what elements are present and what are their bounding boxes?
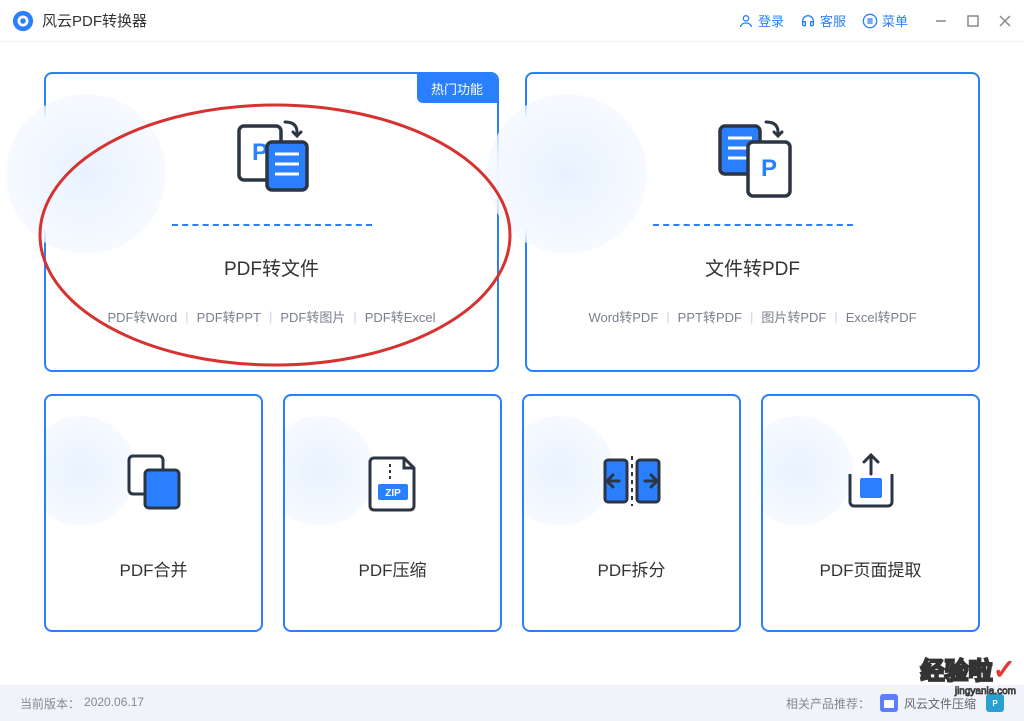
card-subs: Word转PDF | PPT转PDF | 图片转PDF | Excel转PDF [588,307,916,326]
card-pdf-merge[interactable]: PDF合并 [44,394,263,632]
svg-text:P: P [992,699,998,708]
sub-item: PDF转PPT [197,307,261,326]
card-bg-glow [487,94,647,254]
support-button[interactable]: 客服 [800,11,846,30]
card-pdf-extract[interactable]: PDF页面提取 [761,394,980,632]
card-divider [172,224,372,226]
titlebar-right: 登录 客服 菜单 [738,11,1014,30]
app-logo-icon [12,10,34,32]
version-value: 2020.06.17 [84,695,144,712]
sub-separator: | [750,309,753,324]
sub-item: Excel转PDF [846,307,917,326]
footer-version: 当前版本： 2020.06.17 [20,695,144,712]
card-title: PDF拆分 [598,556,666,581]
sub-item: 图片转PDF [761,307,826,326]
sub-item: PPT转PDF [678,307,742,326]
sub-separator: | [185,309,188,324]
menu-icon [862,13,878,29]
file-to-pdf-icon: P [708,114,798,204]
sub-separator: | [269,309,272,324]
sub-separator: | [666,309,669,324]
watermark: 经验啦✓ jingyanla.com [921,651,1016,697]
card-pdf-to-file[interactable]: 热门功能 P PDF转文件 PDF转Word | PDF转PPT | [44,72,499,372]
login-label: 登录 [758,11,784,30]
card-title: PDF转文件 [224,254,319,281]
titlebar-left: 风云PDF转换器 [12,10,147,32]
pdf-to-file-icon: P [227,114,317,204]
sub-item: PDF转Word [107,307,177,326]
app-title: 风云PDF转换器 [42,10,147,31]
sub-separator: | [353,309,356,324]
sub-item: PDF转Excel [365,307,436,326]
menu-label: 菜单 [882,11,908,30]
svg-text:P: P [760,155,776,182]
archive-icon [880,694,898,712]
row-top: 热门功能 P PDF转文件 PDF转Word | PDF转PPT | [44,72,980,372]
svg-text:ZIP: ZIP [385,488,401,499]
version-label: 当前版本： [20,695,80,712]
window-controls [932,12,1014,30]
card-title: PDF合并 [120,556,188,581]
support-label: 客服 [820,11,846,30]
maximize-button[interactable] [964,12,982,30]
watermark-url: jingyanla.com [921,686,1016,697]
compress-icon: ZIP [358,446,428,516]
menu-button[interactable]: 菜单 [862,11,908,30]
watermark-text: 经验啦✓ [921,651,1016,686]
card-bg-glow [6,94,166,254]
product-name: 风云文件压缩 [904,695,976,712]
card-file-to-pdf[interactable]: P 文件转PDF Word转PDF | PPT转PDF | 图片转PDF | E… [525,72,980,372]
login-button[interactable]: 登录 [738,11,784,30]
split-icon [597,446,667,516]
recommend-label: 相关产品推荐： [786,695,870,712]
card-divider [653,224,853,226]
card-title: PDF压缩 [359,556,427,581]
card-pdf-compress[interactable]: ZIP PDF压缩 [283,394,502,632]
footer: 当前版本： 2020.06.17 相关产品推荐： 风云文件压缩 P [0,685,1024,721]
sub-separator: | [834,309,837,324]
titlebar: 风云PDF转换器 登录 客服 菜单 [0,0,1024,42]
card-subs: PDF转Word | PDF转PPT | PDF转图片 | PDF转Excel [107,307,435,326]
card-pdf-split[interactable]: PDF拆分 [522,394,741,632]
card-title: 文件转PDF [705,254,800,281]
main-content: 热门功能 P PDF转文件 PDF转Word | PDF转PPT | [0,42,1024,644]
row-bottom: PDF合并 ZIP PDF压缩 [44,394,980,632]
extract-icon [836,446,906,516]
hot-badge: 热门功能 [417,74,497,103]
minimize-button[interactable] [932,12,950,30]
sub-item: PDF转图片 [280,307,345,326]
close-button[interactable] [996,12,1014,30]
sub-item: Word转PDF [588,307,658,326]
checkmark-icon: ✓ [993,654,1016,685]
user-icon [738,13,754,29]
card-title: PDF页面提取 [820,556,922,581]
merge-icon [119,446,189,516]
headset-icon [800,13,816,29]
